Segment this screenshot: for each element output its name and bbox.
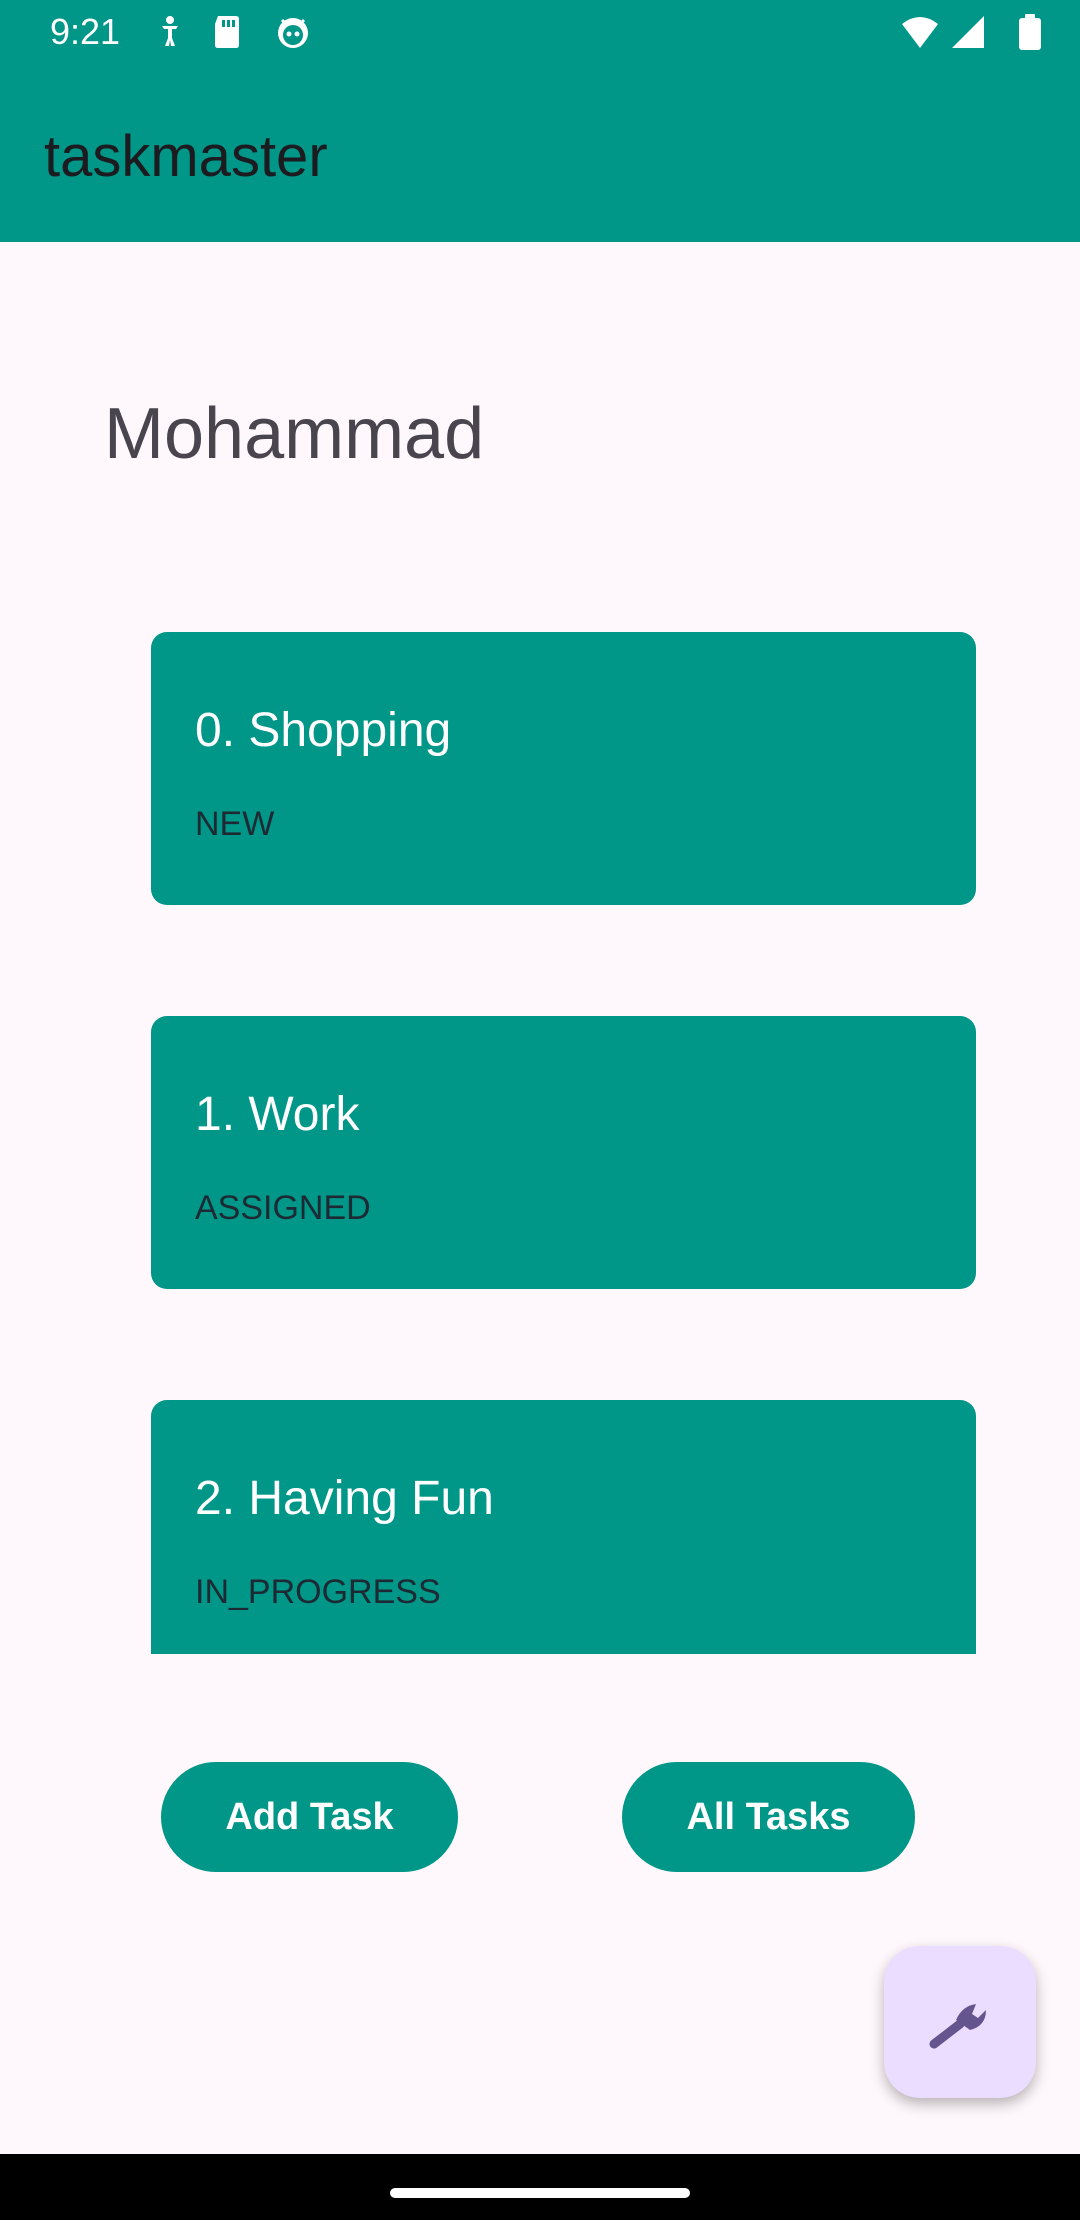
app-bar: taskmaster [0, 64, 1080, 242]
status-bar: 9:21 [0, 0, 1080, 64]
task-state: ASSIGNED [195, 1189, 371, 1227]
task-title: 2. Having Fun [195, 1472, 494, 1525]
task-state: IN_PROGRESS [195, 1573, 441, 1611]
task-title: 1. Work [195, 1088, 360, 1141]
username-heading: Mohammad [104, 394, 485, 474]
battery-icon [1019, 14, 1041, 50]
task-state: NEW [195, 805, 275, 843]
wrench-icon [929, 2004, 986, 2049]
task-title: 0. Shopping [195, 704, 452, 757]
home-handle[interactable] [390, 2188, 690, 2198]
task-card[interactable]: 0. Shopping NEW [151, 632, 976, 905]
sd-card-icon [215, 16, 239, 48]
navigation-bar [0, 2154, 1080, 2220]
status-time: 9:21 [50, 11, 121, 52]
add-task-button[interactable]: Add Task [161, 1762, 458, 1872]
settings-fab[interactable] [884, 1946, 1036, 2098]
accessibility-icon [162, 16, 178, 46]
robot-face-icon [278, 18, 308, 48]
all-tasks-button[interactable]: All Tasks [622, 1762, 915, 1872]
status-icons-left [156, 14, 316, 50]
task-card[interactable]: 2. Having Fun IN_PROGRESS [151, 1400, 976, 1654]
cell-signal-icon [952, 16, 984, 48]
app-title: taskmaster [44, 124, 328, 189]
status-icons-right [900, 14, 1050, 50]
wifi-icon [902, 17, 938, 48]
task-list[interactable]: 0. Shopping NEW 1. Work ASSIGNED 2. Havi… [0, 590, 1080, 1654]
task-card[interactable]: 1. Work ASSIGNED [151, 1016, 976, 1289]
